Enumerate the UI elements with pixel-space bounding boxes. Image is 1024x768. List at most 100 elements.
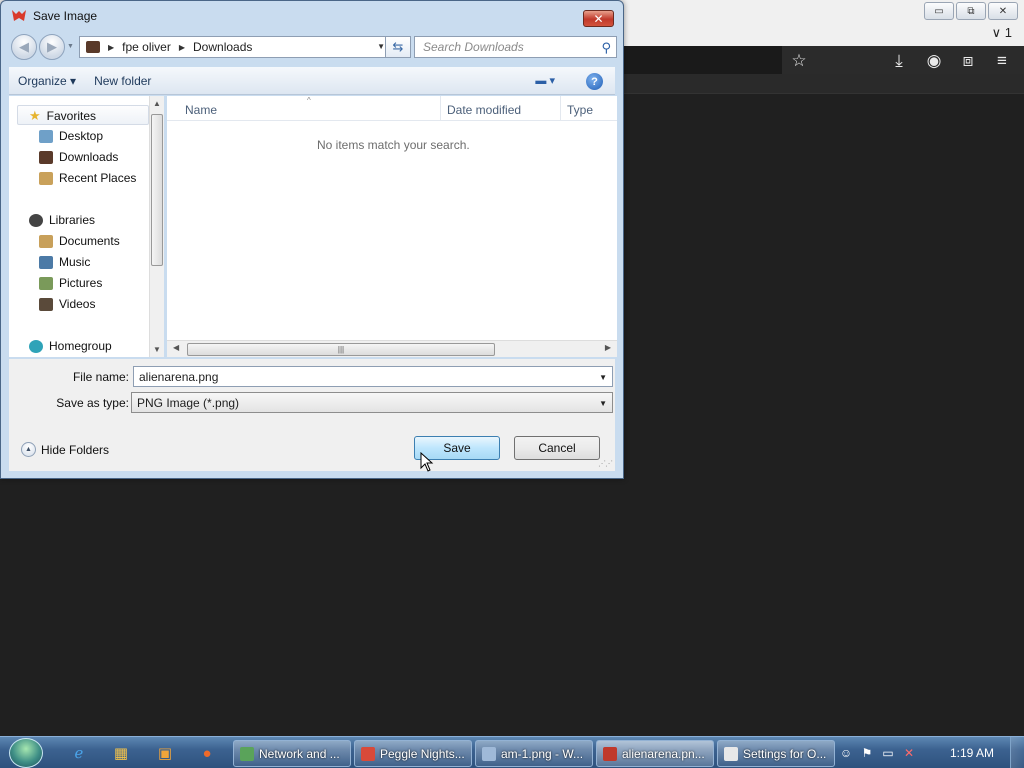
account-icon[interactable]: ◉: [923, 50, 945, 72]
nav-music[interactable]: Music: [39, 255, 90, 269]
nav-desktop[interactable]: Desktop: [39, 129, 103, 143]
chevron-down-icon: ▼: [599, 399, 607, 408]
address-dropdown-icon[interactable]: ▼: [377, 42, 385, 51]
save-as-type-select[interactable]: PNG Image (*.png) ▼: [131, 392, 613, 413]
column-date-modified[interactable]: Date modified: [447, 103, 521, 117]
desktop-icon: [39, 129, 53, 143]
sort-indicator-icon: ^: [307, 96, 311, 105]
taskbar-button-settings[interactable]: Settings for O...: [717, 740, 835, 767]
save-image-dialog: Save Image ✕ ◀ ▶ ▼ ▶ fpe oliver ▶ Downlo…: [0, 0, 624, 479]
settings-window-icon: [724, 746, 738, 761]
help-button[interactable]: ?: [586, 73, 603, 90]
folder-icon: [86, 41, 100, 53]
recent-pages-dropdown[interactable]: ▼: [67, 43, 74, 50]
column-divider[interactable]: [560, 96, 561, 121]
taskbar-button-paint[interactable]: am-1.png - W...: [475, 740, 593, 767]
star-icon[interactable]: ☆: [788, 50, 810, 72]
taskbar-button-peggle[interactable]: Peggle Nights...: [354, 740, 472, 767]
network-tray-icon[interactable]: ▭: [880, 745, 896, 761]
forward-button[interactable]: ▶: [39, 34, 65, 60]
extensions-icon[interactable]: ⧈: [957, 50, 979, 72]
tab-count-label: 1: [1004, 25, 1012, 40]
nav-recent-places[interactable]: Recent Places: [39, 171, 136, 185]
tab-list-button[interactable]: ∨ 1: [992, 25, 1012, 41]
change-view-button[interactable]: ▬ ▾: [535, 74, 555, 87]
address-bar[interactable]: ▶ fpe oliver ▶ Downloads ▼: [79, 36, 390, 58]
search-input[interactable]: Search Downloads ⚲: [414, 36, 617, 58]
nav-downloads[interactable]: Downloads: [39, 150, 118, 164]
column-type[interactable]: Type: [567, 103, 593, 117]
firefox-icon[interactable]: ●: [196, 742, 218, 764]
scroll-up-icon[interactable]: ▲: [153, 99, 161, 108]
system-tray: ☺ ⚑ ▭ ✕: [838, 737, 1024, 768]
restore-button[interactable]: ⧉: [956, 2, 986, 20]
action-center-flag-icon[interactable]: ⚑: [859, 745, 875, 761]
start-button[interactable]: [9, 738, 43, 768]
music-icon: [39, 255, 53, 269]
refresh-icon: ⇆: [392, 39, 404, 54]
scroll-thumb[interactable]: [151, 114, 163, 266]
breadcrumb: ▶ fpe oliver ▶ Downloads: [80, 40, 252, 54]
mouse-cursor-icon: [420, 452, 434, 472]
taskbar: ℯ ▦ ▣ ● Network and ... Peggle Nights...…: [0, 736, 1024, 768]
navigation-scrollbar[interactable]: ▲ ▼: [149, 96, 164, 357]
file-name-label: File name:: [72, 370, 129, 384]
column-header: ^ Name Date modified Type: [167, 96, 617, 121]
peggle-icon: [361, 746, 375, 761]
back-button[interactable]: ◀: [11, 34, 37, 60]
column-name[interactable]: Name: [185, 103, 217, 117]
nav-pictures[interactable]: Pictures: [39, 276, 102, 290]
scroll-right-icon[interactable]: ▶: [605, 343, 611, 352]
app-logo-icon: [603, 746, 617, 761]
cancel-button[interactable]: Cancel: [514, 436, 600, 460]
close-button[interactable]: ✕: [583, 10, 614, 27]
nav-favorites[interactable]: ★ Favorites: [29, 108, 96, 124]
chevron-up-icon: ▲: [21, 442, 36, 457]
app-logo-icon: [12, 10, 26, 21]
nav-homegroup[interactable]: Homegroup: [29, 339, 112, 353]
chevron-down-icon[interactable]: ▼: [599, 373, 607, 382]
organize-menu[interactable]: Organize ▾: [9, 74, 85, 88]
new-folder-button[interactable]: New folder: [85, 74, 160, 88]
paint-icon: [482, 746, 496, 761]
star-icon: ★: [29, 108, 41, 123]
clock[interactable]: 1:19 AM: [950, 746, 994, 760]
search-icon[interactable]: ⚲: [601, 40, 611, 56]
minimize-button[interactable]: ▭: [924, 2, 954, 20]
scroll-left-icon[interactable]: ◀: [173, 343, 179, 352]
search-placeholder: Search Downloads: [423, 40, 524, 54]
back-arrow-icon: ◀: [19, 39, 29, 54]
show-desktop-button[interactable]: [1010, 737, 1024, 768]
scroll-down-icon[interactable]: ▼: [153, 345, 161, 354]
horizontal-scrollbar[interactable]: ◀ ||| ▶: [167, 340, 617, 357]
internet-explorer-icon[interactable]: ℯ: [68, 742, 90, 764]
download-icon[interactable]: ⤓: [888, 50, 910, 72]
documents-icon: [39, 234, 53, 248]
file-explorer-icon[interactable]: ▦: [110, 742, 132, 764]
navigation-pane: ★ Favorites Desktop Downloads Recent Pla…: [9, 96, 164, 357]
scroll-thumb[interactable]: |||: [187, 343, 495, 356]
resize-grip[interactable]: ⋰⋰: [598, 459, 613, 468]
taskbar-button-network[interactable]: Network and ...: [233, 740, 351, 767]
view-icon: ▬: [535, 75, 547, 87]
breadcrumb-item-fpe-oliver[interactable]: fpe oliver: [122, 40, 171, 54]
browser-close-button[interactable]: ✕: [988, 2, 1018, 20]
volume-muted-icon[interactable]: ✕: [901, 745, 917, 761]
breadcrumb-item-downloads[interactable]: Downloads: [193, 40, 252, 54]
nav-documents[interactable]: Documents: [39, 234, 120, 248]
language-icon[interactable]: ☺: [838, 745, 854, 761]
nav-videos[interactable]: Videos: [39, 297, 95, 311]
network-icon: [240, 746, 254, 761]
hide-folders-button[interactable]: ▲ Hide Folders: [21, 442, 109, 457]
nav-libraries[interactable]: Libraries: [29, 213, 95, 227]
forward-arrow-icon: ▶: [47, 39, 57, 54]
file-name-field[interactable]: alienarena.png ▼: [133, 366, 613, 387]
media-player-icon[interactable]: ▣: [154, 742, 176, 764]
column-divider[interactable]: [440, 96, 441, 121]
refresh-button[interactable]: ⇆: [385, 36, 411, 58]
taskbar-button-alienarena[interactable]: alienarena.pn...: [596, 740, 714, 767]
url-bar[interactable]: [620, 46, 782, 74]
menu-icon[interactable]: ≡: [991, 50, 1013, 72]
homegroup-icon: [29, 339, 43, 353]
recent-places-icon: [39, 171, 53, 185]
